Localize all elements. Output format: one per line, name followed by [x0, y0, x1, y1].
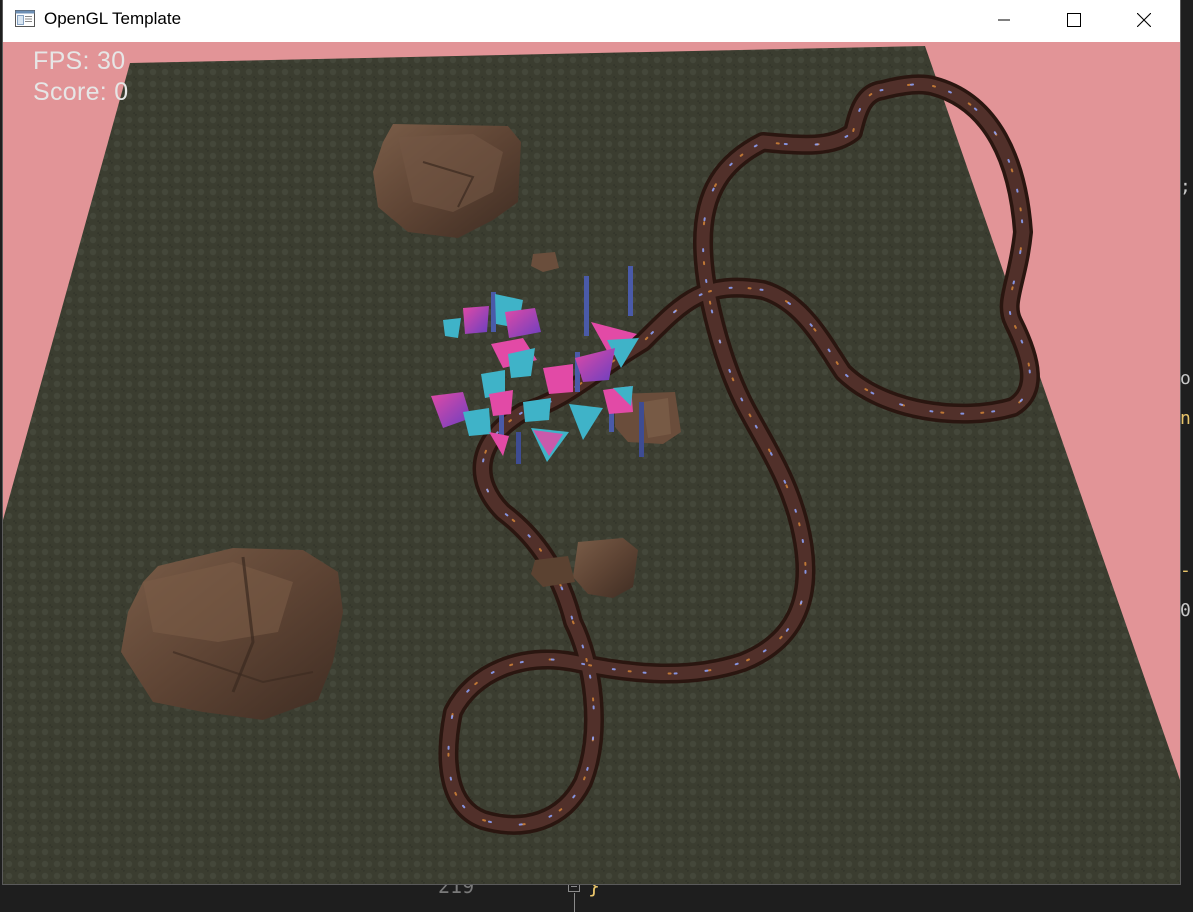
- hud-fps-counter: FPS: 30: [33, 47, 126, 75]
- ide-code-glyph: o: [1180, 368, 1191, 389]
- ide-code-glyph: -: [1180, 560, 1191, 581]
- ide-code-glyph: n: [1180, 408, 1191, 429]
- minimize-button[interactable]: [969, 0, 1039, 40]
- game-viewport[interactable]: FPS: 30 Score: 0: [3, 42, 1180, 884]
- opengl-window: OpenGL Template FPS: 30 Score: 0: [3, 0, 1180, 884]
- ide-editor-edge: [1180, 40, 1193, 912]
- maximize-button[interactable]: [1039, 0, 1109, 40]
- ide-code-glyph: 0: [1180, 600, 1191, 621]
- maximize-icon: [1067, 13, 1081, 27]
- window-titlebar[interactable]: OpenGL Template: [3, 0, 1180, 40]
- window-app-icon: [15, 10, 35, 27]
- rock-large-bottom: [121, 548, 343, 720]
- window-title: OpenGL Template: [44, 9, 182, 28]
- hud-score: Score: 0: [33, 78, 129, 106]
- ide-code-glyph: ;: [1180, 176, 1191, 197]
- minimize-icon: [998, 19, 1010, 21]
- scene-canvas: [3, 46, 1180, 884]
- ide-fold-guide: [574, 893, 575, 912]
- close-icon: [1137, 13, 1151, 27]
- close-button[interactable]: [1109, 0, 1179, 40]
